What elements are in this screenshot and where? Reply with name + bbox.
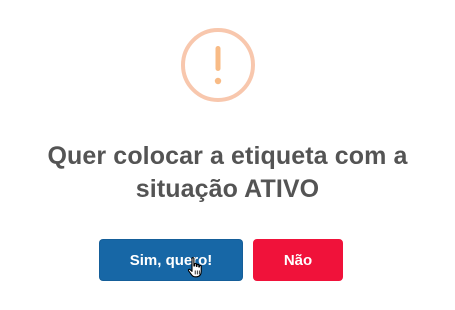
cancel-button-label: Não xyxy=(283,251,313,269)
exclamation-icon xyxy=(214,46,222,85)
dialog-title-container: Quer colocar a etiqueta com a situação A… xyxy=(0,140,455,206)
confirmation-dialog: Quer colocar a etiqueta com a situação A… xyxy=(0,0,455,310)
cancel-button[interactable]: Não xyxy=(253,239,343,281)
dialog-title: Quer colocar a etiqueta com a situação A… xyxy=(47,142,408,203)
confirm-button[interactable]: Sim, quero! xyxy=(99,239,243,281)
warning-icon xyxy=(181,28,255,102)
hand-pointer-icon xyxy=(187,257,202,278)
